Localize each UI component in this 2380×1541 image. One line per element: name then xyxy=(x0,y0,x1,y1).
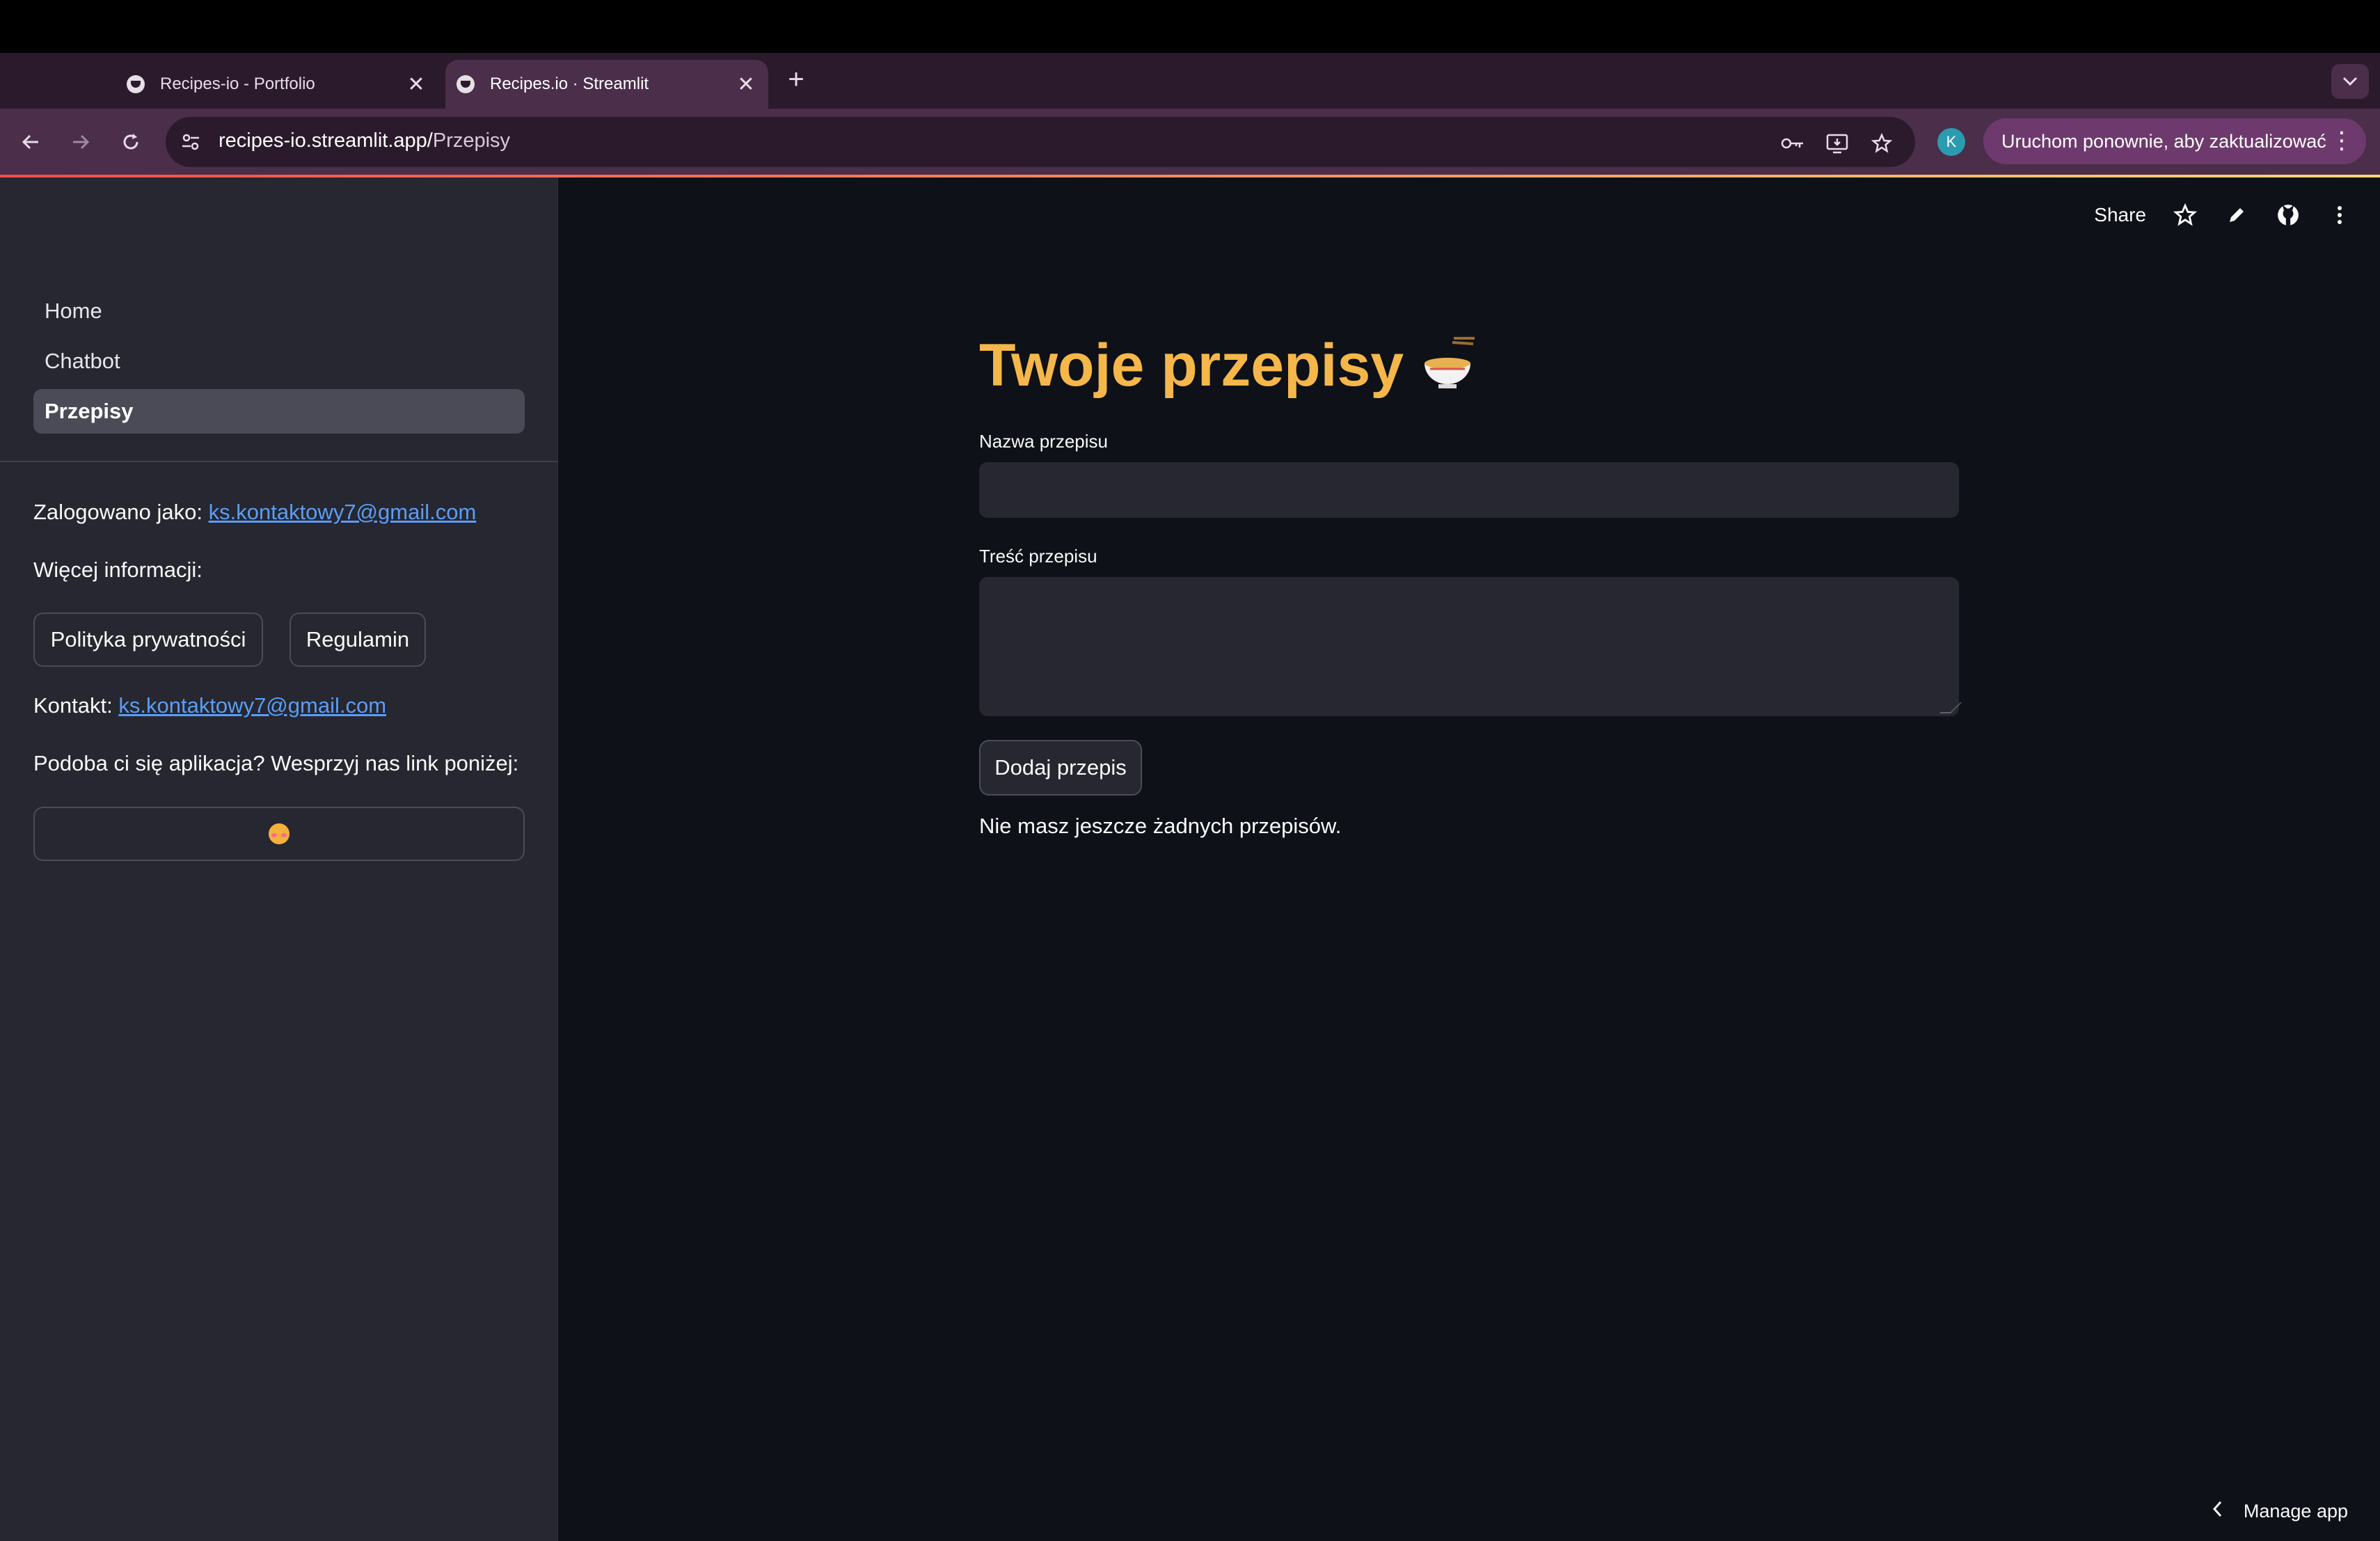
url-host: recipes-io.streamlit.app/ xyxy=(219,129,433,152)
reload-icon[interactable] xyxy=(114,125,148,159)
logged-in-text: Zalogowano jako: ks.kontaktowy7@gmail.co… xyxy=(33,500,476,525)
github-icon[interactable] xyxy=(2276,203,2301,228)
main-area: Share Twoje przepisy Nazwa przepisu Treś… xyxy=(559,177,2380,1541)
edit-pencil-icon[interactable] xyxy=(2224,203,2249,228)
sidebar-divider xyxy=(0,461,558,462)
tab-title: Recipes-io - Portfolio xyxy=(160,74,315,93)
password-key-icon[interactable] xyxy=(1779,129,1807,157)
chevron-left-icon xyxy=(2212,1500,2223,1523)
page-title-text: Twoje przepisy xyxy=(979,331,1404,399)
recipe-content-label: Treść przepisu xyxy=(979,546,1097,567)
sidebar: Home Chatbot Przepisy Zalogowano jako: k… xyxy=(0,177,558,1541)
manage-app-label: Manage app xyxy=(2243,1501,2348,1522)
support-link-button[interactable] xyxy=(33,807,525,861)
tab-strip: Recipes-io - Portfolio ✕ Recipes.io · St… xyxy=(0,53,2380,109)
sidebar-item-chatbot[interactable]: Chatbot xyxy=(33,339,525,384)
tab-search-chevron-icon[interactable] xyxy=(2331,64,2369,99)
browser-toolbar: recipes-io.streamlit.app/Przepisy K Uruc… xyxy=(0,109,2380,175)
system-top-bar xyxy=(0,0,2380,53)
logged-in-email-link[interactable]: ks.kontaktowy7@gmail.com xyxy=(209,500,477,524)
privacy-policy-button[interactable]: Polityka prywatności xyxy=(33,613,263,667)
contact-email-link[interactable]: ks.kontaktowy7@gmail.com xyxy=(118,693,386,718)
more-vertical-icon[interactable] xyxy=(2327,203,2352,228)
recipe-name-input[interactable] xyxy=(979,462,1959,518)
terms-button[interactable]: Regulamin xyxy=(289,613,426,667)
menu-dots-icon[interactable]: ⋮ xyxy=(2330,127,2354,155)
favicon-icon xyxy=(457,75,475,93)
close-tab-icon[interactable]: ✕ xyxy=(732,70,760,98)
new-tab-icon[interactable]: + xyxy=(781,64,811,95)
site-settings-icon[interactable] xyxy=(178,129,203,155)
tab-title: Recipes.io · Streamlit xyxy=(490,74,649,93)
update-label: Uruchom ponownie, aby zaktualizować xyxy=(2001,130,2326,152)
tab-portfolio[interactable]: Recipes-io - Portfolio ✕ xyxy=(111,60,438,109)
share-button[interactable]: Share xyxy=(2094,204,2146,226)
sidebar-item-home[interactable]: Home xyxy=(33,289,525,333)
forward-icon[interactable] xyxy=(64,125,97,159)
manage-app-button[interactable]: Manage app xyxy=(2212,1500,2348,1523)
update-button[interactable]: Uruchom ponownie, aby zaktualizować ⋮ xyxy=(1983,118,2366,164)
recipe-content-textarea[interactable] xyxy=(979,577,1962,716)
contact-text: Kontakt: ks.kontaktowy7@gmail.com xyxy=(33,693,386,718)
favicon-icon xyxy=(127,75,145,93)
address-bar[interactable]: recipes-io.streamlit.app/Przepisy xyxy=(166,117,1915,167)
tab-streamlit[interactable]: Recipes.io · Streamlit ✕ xyxy=(445,60,768,109)
support-text: Podoba ci się aplikacja? Wesprzyj nas li… xyxy=(33,751,519,775)
ramen-bowl-icon xyxy=(1418,335,1477,395)
contact-prefix: Kontakt: xyxy=(33,693,113,718)
url-path: Przepisy xyxy=(432,129,511,152)
close-tab-icon[interactable]: ✕ xyxy=(402,70,430,98)
star-icon[interactable] xyxy=(2173,203,2198,228)
add-recipe-button[interactable]: Dodaj przepis xyxy=(979,740,1142,796)
profile-avatar[interactable]: K xyxy=(1937,128,1965,156)
recipes-content: Twoje przepisy Nazwa przepisu Treść prze… xyxy=(979,331,1962,839)
empty-recipes-message: Nie masz jeszcze żadnych przepisów. xyxy=(979,814,1342,838)
page-title: Twoje przepisy xyxy=(979,331,1959,400)
app-header-actions: Share xyxy=(2094,203,2352,228)
install-app-icon[interactable] xyxy=(1823,129,1851,157)
resize-handle-icon[interactable] xyxy=(1939,702,1962,713)
sidebar-nav: Home Chatbot Przepisy xyxy=(33,289,525,439)
more-info-text: Więcej informacji: xyxy=(33,558,203,582)
logged-in-prefix: Zalogowano jako: xyxy=(33,500,203,524)
sidebar-item-przepisy[interactable]: Przepisy xyxy=(33,389,525,434)
bookmark-star-icon[interactable] xyxy=(1868,129,1896,157)
recipe-name-label: Nazwa przepisu xyxy=(979,431,1108,452)
url-text: recipes-io.streamlit.app/Przepisy xyxy=(219,129,510,152)
back-icon[interactable] xyxy=(14,125,47,159)
smiling-face-with-hearts-icon xyxy=(269,823,289,844)
